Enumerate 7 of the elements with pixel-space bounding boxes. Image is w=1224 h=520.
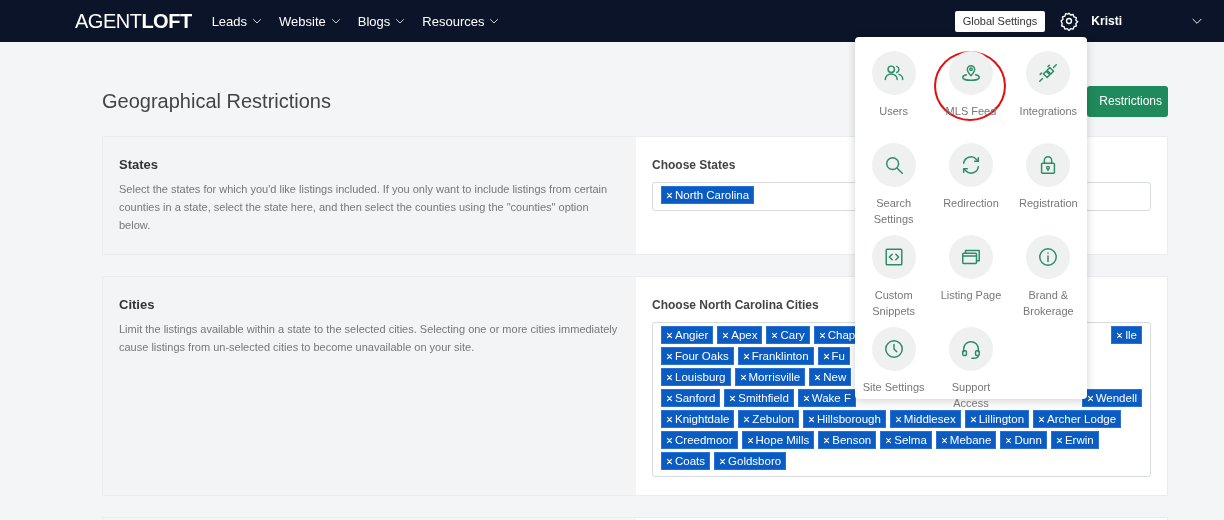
field-label: Choose States bbox=[652, 158, 736, 172]
section-description: Limit the listings available within a state to the selected cities. Selecting one or more cities immediately cause listings from un-selected cities to become unavailable on your site. bbox=[119, 322, 619, 355]
page-title: Geographical Restrictions bbox=[102, 88, 331, 113]
section-description: Select the states for which you'd like listings included. If you only want to include listings from certain counties in a state, select the state here, and then select the counties using the "counties" option below. bbox=[119, 182, 609, 233]
section-title: States bbox=[119, 157, 160, 172]
section-title: Cities bbox=[119, 297, 156, 312]
field-label: Choose North Carolina Cities bbox=[652, 298, 819, 312]
